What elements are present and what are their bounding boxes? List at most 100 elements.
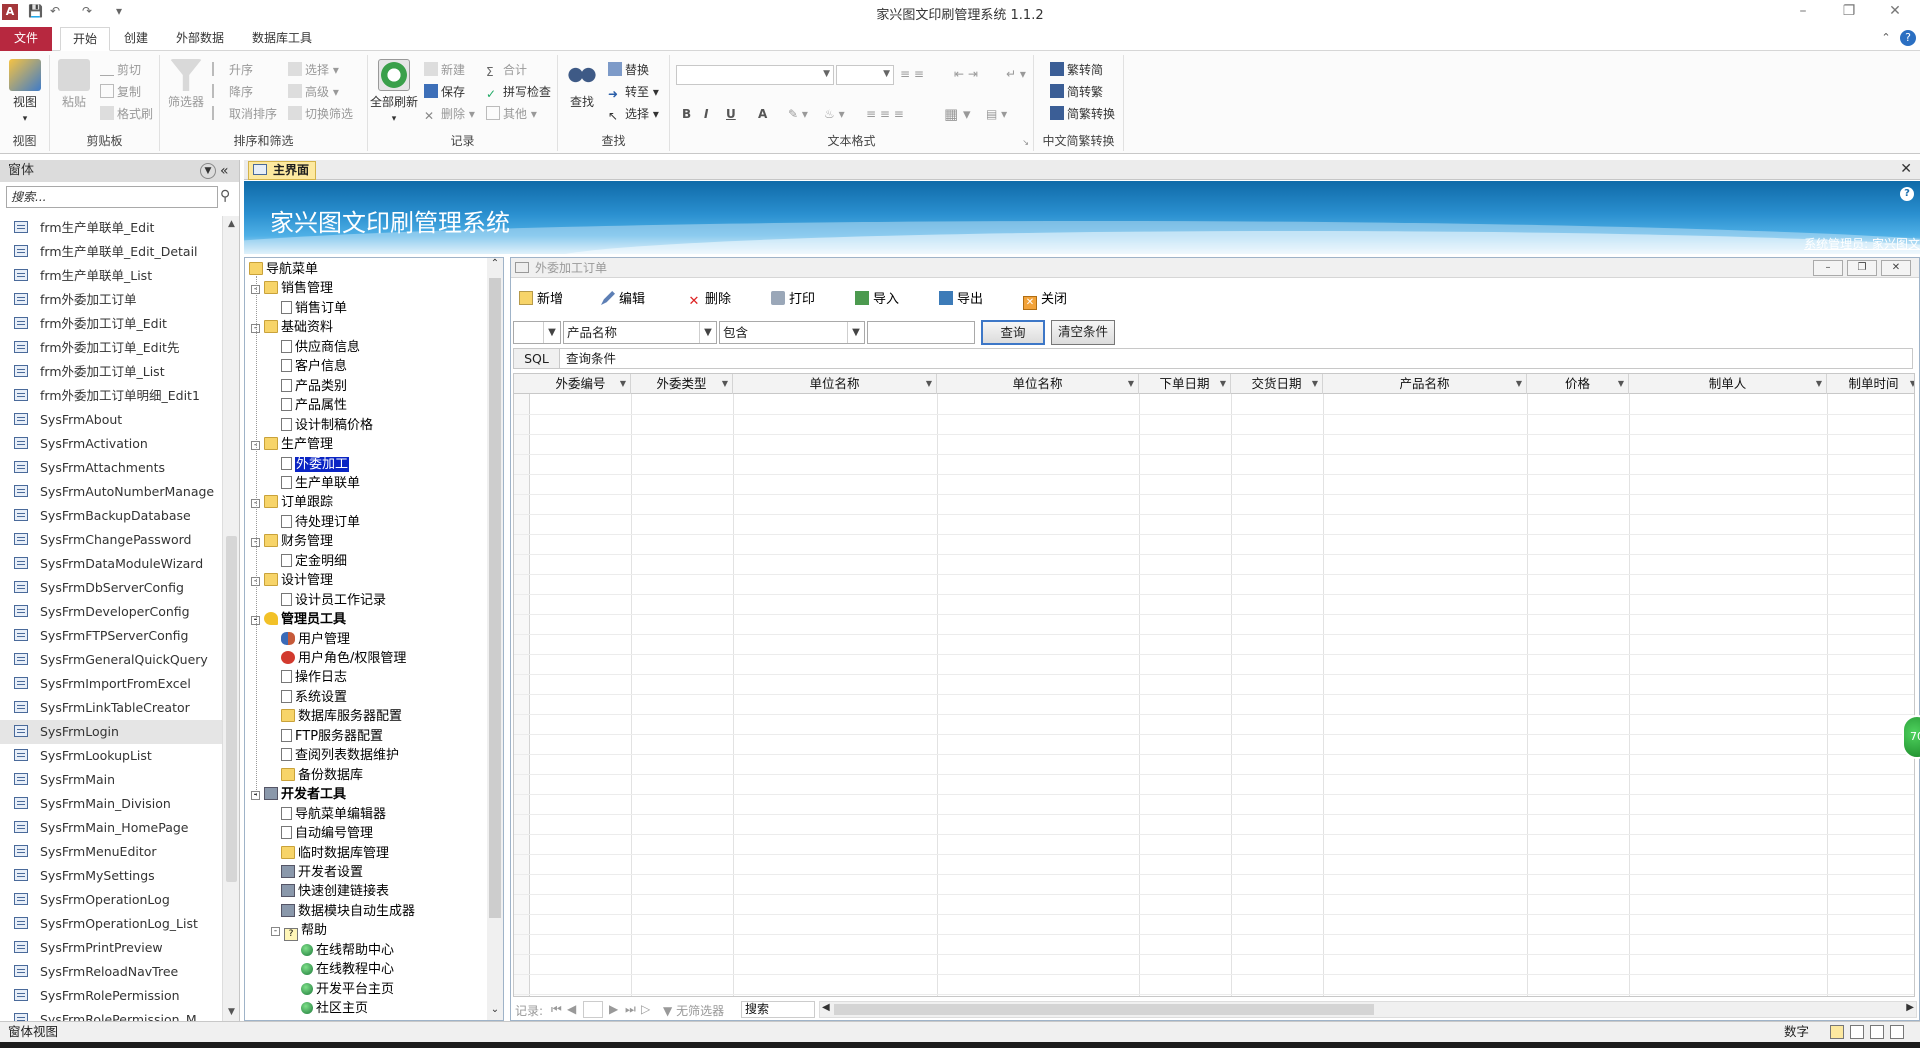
tree-node[interactable]: - 生产管理 [251,435,333,454]
nav-item[interactable]: frm外委加工订单_Edit先 [0,336,222,360]
tab-create[interactable]: 创建 [112,27,160,51]
chevron-down-icon[interactable]: ▼ [620,374,626,394]
chevron-down-icon[interactable]: ▼ [1312,374,1318,394]
totals-button[interactable]: Σ 合计 [486,61,527,79]
design-view-icon[interactable] [1890,1025,1904,1039]
clear-conditions-button[interactable]: 清空条件 [1051,320,1115,345]
chevron-down-icon[interactable]: ▼ [1910,374,1914,394]
tree-node[interactable]: 导航菜单编辑器 [281,805,386,824]
alternate-row-icon[interactable]: ▤ ▾ [986,107,1007,121]
collapse-toggle-icon[interactable]: - [251,324,260,334]
column-header[interactable]: 交货日期 ▼ [1231,374,1323,394]
record-search-input[interactable]: 搜索 [741,1001,815,1018]
tree-node[interactable]: 开发者设置 [281,863,363,882]
collapse-toggle-icon[interactable]: - [251,285,260,295]
subform-close-icon[interactable]: ✕ [1881,260,1911,276]
nav-scrollbar[interactable]: ▲ ▼ [222,216,239,1021]
nav-item[interactable]: SysFrmLookupList [0,744,222,768]
nav-item[interactable]: SysFrmAbout [0,408,222,432]
close-window-icon[interactable]: ✕ [1880,3,1910,19]
tree-node[interactable]: -? 帮助 [271,921,327,942]
export-button[interactable]: 导出 [939,288,983,307]
toggle-filter-button[interactable]: 切换筛选 [288,105,353,122]
nav-item[interactable]: SysFrmDbServerConfig [0,576,222,600]
tree-node[interactable]: 销售订单 [281,299,347,318]
nav-scroll-thumb[interactable] [226,536,237,882]
tree-node[interactable]: 客户信息 [281,357,347,376]
collapse-pane-icon[interactable]: « [220,160,229,182]
new-record-button[interactable]: 新建 [424,61,465,78]
highlight-icon[interactable]: ✎ ▾ [788,107,808,121]
nav-item[interactable]: SysFrmBackupDatabase [0,504,222,528]
chevron-down-icon[interactable]: ▼ [1220,374,1226,394]
scroll-left-icon[interactable]: ◀ [822,1002,830,1013]
nav-item[interactable]: frm生产单联单_Edit [0,216,222,240]
nav-search-input[interactable]: 搜索... [6,186,218,208]
collapse-toggle-icon[interactable]: - [251,616,260,626]
scroll-down-icon[interactable]: ⌄ [487,1004,503,1020]
underline-button[interactable]: U [726,107,736,121]
column-header[interactable]: 制单时间 ▼ [1827,374,1914,394]
nav-item[interactable]: SysFrmMain [0,768,222,792]
nav-item[interactable]: SysFrmFTPServerConfig [0,624,222,648]
import-button[interactable]: 导入 [855,288,899,307]
sort-desc-button[interactable]: 降序 [212,83,253,100]
subform-minimize-icon[interactable]: – [1813,260,1843,276]
last-record-icon[interactable]: ⏭ [625,1002,636,1017]
tab-file[interactable]: 文件 [0,27,52,51]
replace-button[interactable]: 替换 [608,61,649,78]
horizontal-scroll-thumb[interactable] [834,1004,1374,1015]
scroll-right-icon[interactable]: ▶ [1906,1002,1914,1013]
column-header[interactable]: 产品名称 ▼ [1323,374,1527,394]
align-icon[interactable]: ≡ ≡ ≡ [866,107,904,121]
tree-node[interactable]: 待处理订单 [281,513,360,532]
tree-node[interactable]: 设计制稿价格 [281,416,373,435]
chevron-down-icon[interactable]: ▼ [1618,374,1624,394]
edit-button[interactable]: 编辑 [601,288,645,307]
nav-item[interactable]: frm生产单联单_List [0,264,222,288]
tree-node[interactable]: 备份数据库 [281,766,363,785]
tree-node[interactable]: 用户角色/权限管理 [281,649,406,668]
print-button[interactable]: 打印 [771,288,815,307]
tree-node[interactable]: 定金明细 [281,552,347,571]
scroll-up-icon[interactable]: ▲ [223,216,240,233]
tab-home[interactable]: 开始 [60,27,111,51]
tree-node[interactable]: 系统设置 [281,688,347,707]
prev-record-icon[interactable]: ◀ [567,1002,576,1016]
nav-item[interactable]: frm外委加工订单 [0,288,222,312]
sort-asc-button[interactable]: 升序 [212,61,253,78]
close-document-icon[interactable]: ✕ [1900,161,1912,177]
delete-button[interactable]: ✕ 删除 [687,288,731,309]
font-color-button[interactable]: A [758,107,767,121]
column-header[interactable]: 外委编号 ▼ [531,374,631,394]
nav-item[interactable]: SysFrmMain_HomePage [0,816,222,840]
nav-item[interactable]: SysFrmDeveloperConfig [0,600,222,624]
minimize-icon[interactable]: – [1788,3,1818,19]
goto-button[interactable]: ➜ 转至 ▾ [608,83,659,101]
chinese-convert-button[interactable]: 简繁转换 [1050,105,1115,122]
gridlines-icon[interactable]: ▦ ▾ [944,105,970,123]
nav-item[interactable]: SysFrmOperationLog_List [0,912,222,936]
tree-node[interactable]: 数据模块自动生成器 [281,902,415,921]
restore-icon[interactable]: ❐ [1834,3,1864,19]
chevron-down-icon[interactable]: ▼ [200,163,216,179]
column-header[interactable]: 价格 ▼ [1527,374,1629,394]
copy-button[interactable]: 复制 [100,83,141,100]
query-button[interactable]: 查询 [981,320,1045,345]
nav-item[interactable]: SysFrmLogin [0,720,222,744]
current-user-link[interactable]: 系统管理员: 家兴图文 [1804,235,1920,252]
filter-field-combo[interactable]: 产品名称 ▼ [563,321,717,344]
tree-node[interactable]: 产品类别 [281,377,347,396]
search-icon[interactable]: ⚲ [220,188,230,204]
remove-sort-button[interactable]: 取消排序 [212,105,277,122]
logic-combo[interactable]: ▼ [513,321,561,344]
column-header[interactable]: 下单日期 ▼ [1139,374,1231,394]
cut-button[interactable]: 剪切 [100,61,141,78]
tree-node[interactable]: 供应商信息 [281,338,360,357]
tree-node[interactable]: 临时数据库管理 [281,844,389,863]
spelling-button[interactable]: ✓ 拼写检查 [486,83,551,101]
nav-item[interactable]: SysFrmRolePermission [0,984,222,1008]
chevron-down-icon[interactable]: ▼ [1516,374,1522,394]
add-button[interactable]: 新增 [519,288,563,307]
nav-item[interactable]: SysFrmImportFromExcel [0,672,222,696]
